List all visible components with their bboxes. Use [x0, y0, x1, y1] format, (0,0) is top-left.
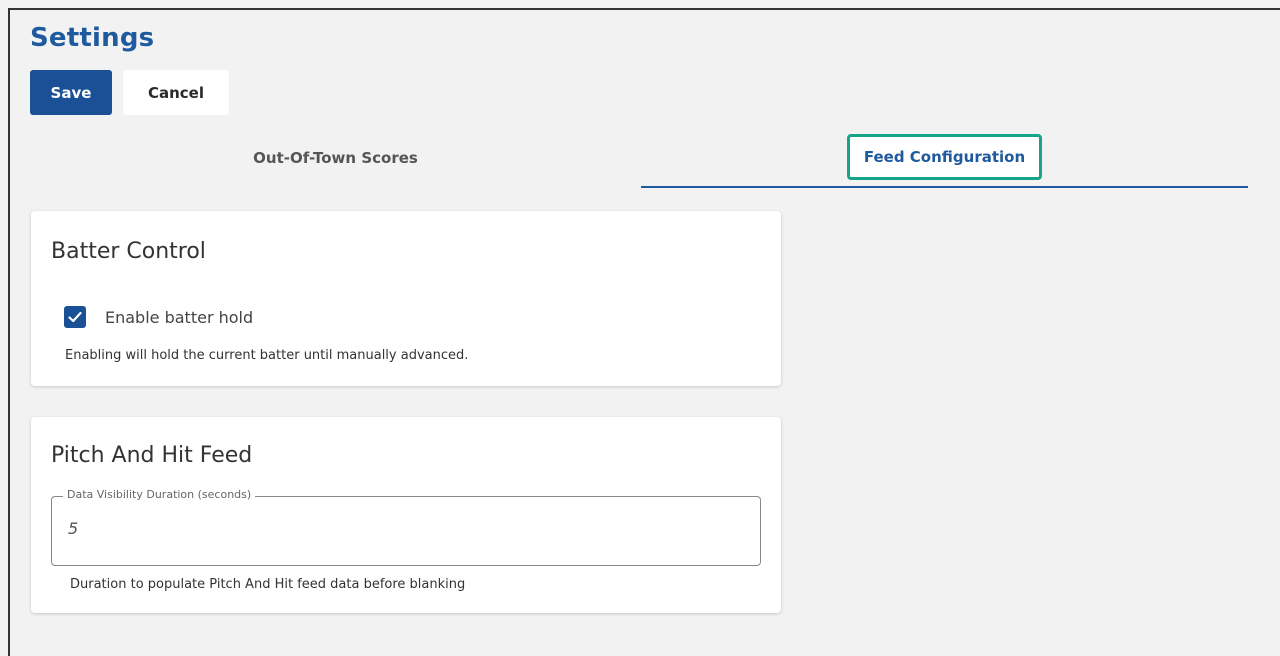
checkbox-label: Enable batter hold [105, 307, 254, 327]
batter-control-card: Batter Control Enable batter hold Enabli… [31, 211, 781, 386]
card-title: Batter Control [51, 239, 206, 264]
cancel-button[interactable]: Cancel [123, 70, 229, 115]
helper-text: Enabling will hold the current batter un… [65, 348, 469, 363]
card-title: Pitch And Hit Feed [51, 443, 253, 468]
tab-out-of-town-scores[interactable]: Out-Of-Town Scores [30, 128, 641, 188]
field-label: Data Visibility Duration (seconds) [63, 488, 256, 501]
page-title: Settings [30, 23, 155, 53]
data-visibility-duration-field[interactable]: Data Visibility Duration (seconds) [51, 488, 761, 566]
settings-page: Settings Save Cancel Out-Of-Town Scores … [8, 8, 1280, 656]
helper-text: Duration to populate Pitch And Hit feed … [70, 577, 466, 592]
checkbox-box[interactable] [64, 306, 86, 328]
check-icon [68, 311, 82, 323]
tab-label: Out-Of-Town Scores [253, 149, 418, 167]
duration-input[interactable] [68, 519, 738, 538]
pitch-and-hit-feed-card: Pitch And Hit Feed Data Visibility Durat… [31, 417, 781, 613]
tab-feed-configuration[interactable]: Feed Configuration [641, 128, 1248, 188]
tab-label: Feed Configuration [846, 134, 1043, 180]
save-button[interactable]: Save [30, 70, 112, 115]
tab-bar: Out-Of-Town Scores Feed Configuration [30, 128, 1248, 188]
enable-batter-hold-checkbox[interactable]: Enable batter hold [64, 306, 253, 328]
